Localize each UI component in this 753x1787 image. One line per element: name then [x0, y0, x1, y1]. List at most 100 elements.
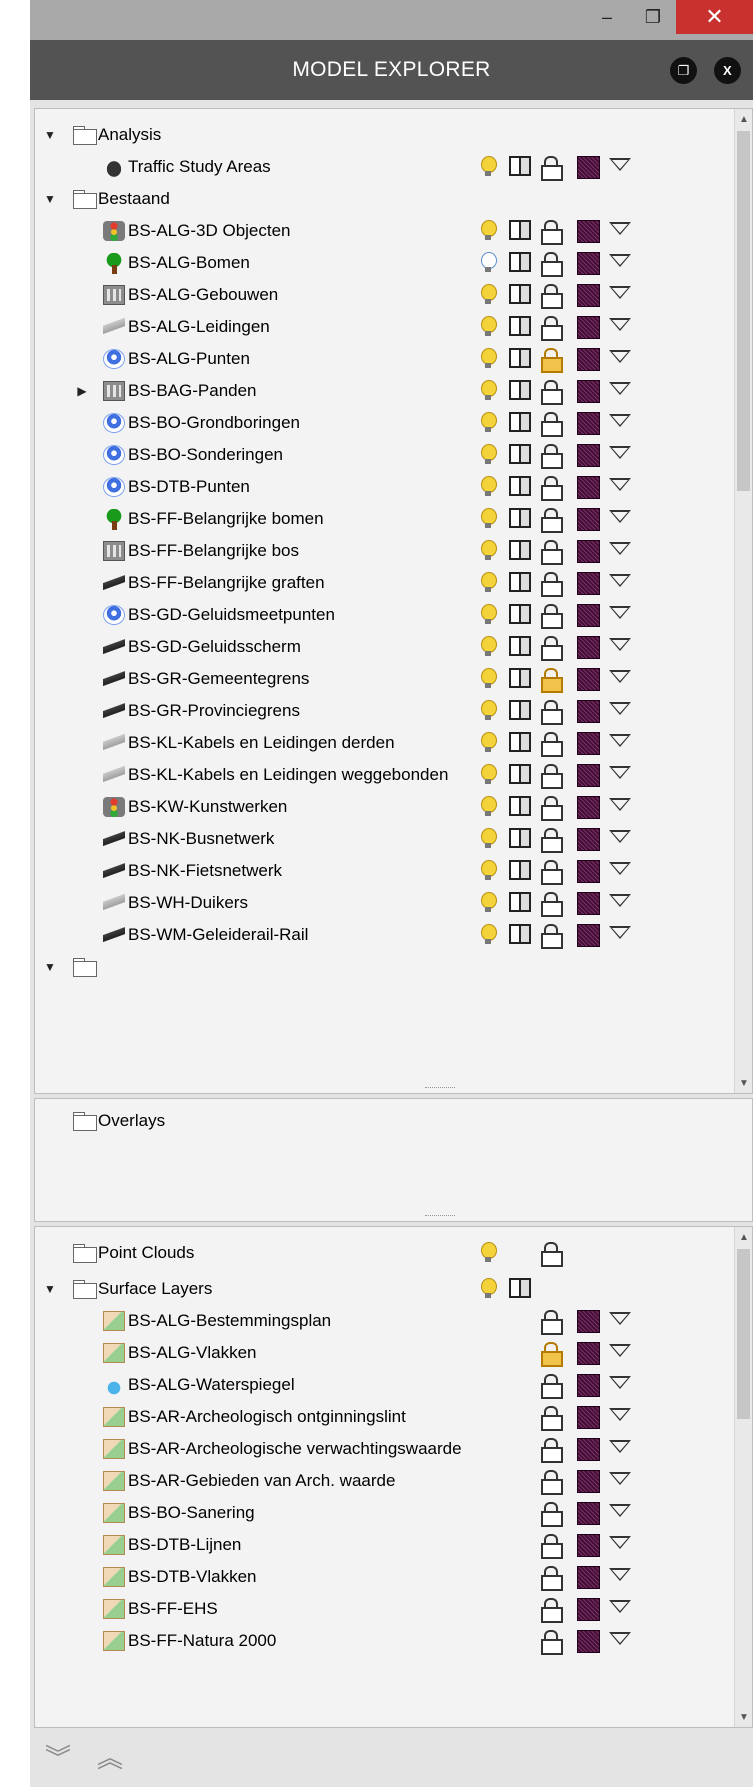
- tree-scrollbar[interactable]: ▲ ▼: [734, 109, 752, 1093]
- filter-icon[interactable]: [609, 668, 632, 690]
- annotation-book-icon[interactable]: [509, 156, 531, 176]
- annotation-book-icon[interactable]: [509, 284, 531, 304]
- filter-icon[interactable]: [609, 1406, 632, 1428]
- surface-layer-item[interactable]: BS-ALG-Waterspiegel: [35, 1369, 735, 1401]
- expand-all-icon[interactable]: ︽: [92, 1738, 128, 1778]
- lock-icon[interactable]: [541, 156, 563, 181]
- tree-layer-item[interactable]: BS-GD-Geluidsmeetpunten: [35, 599, 735, 631]
- filter-icon[interactable]: [609, 1598, 632, 1620]
- lock-icon[interactable]: [541, 380, 563, 405]
- filter-icon[interactable]: [609, 1374, 632, 1396]
- splitter-handle[interactable]: [425, 1087, 455, 1091]
- tree-layer-item[interactable]: ▶ BS-BAG-Panden: [35, 375, 735, 407]
- lock-icon[interactable]: [541, 444, 563, 469]
- visibility-bulb-icon[interactable]: [481, 412, 497, 434]
- visibility-bulb-icon[interactable]: [481, 1278, 497, 1300]
- color-swatch[interactable]: [577, 668, 600, 691]
- lock-icon[interactable]: [541, 1502, 563, 1527]
- annotation-book-icon[interactable]: [509, 892, 531, 912]
- model-tree-panel[interactable]: ▼ Analysis Traffic Study Areas ▼ Bestaan…: [34, 108, 753, 1094]
- color-swatch[interactable]: [577, 700, 600, 723]
- surface-layer-item[interactable]: BS-ALG-Bestemmingsplan: [35, 1305, 735, 1337]
- visibility-bulb-icon[interactable]: [481, 284, 497, 306]
- expand-right-icon[interactable]: ▶: [75, 375, 89, 407]
- close-panel-icon[interactable]: X: [714, 57, 741, 84]
- annotation-book-icon[interactable]: [509, 540, 531, 560]
- collapse-all-icon[interactable]: ︾: [40, 1738, 76, 1778]
- visibility-bulb-icon[interactable]: [481, 220, 497, 242]
- annotation-book-icon[interactable]: [509, 636, 531, 656]
- lock-icon[interactable]: [541, 348, 563, 373]
- color-swatch[interactable]: [577, 1342, 600, 1365]
- tree-layer-item[interactable]: BS-WH-Duikers: [35, 887, 735, 919]
- tree-layer-item[interactable]: BS-ALG-Leidingen: [35, 311, 735, 343]
- annotation-book-icon[interactable]: [509, 796, 531, 816]
- lock-icon[interactable]: [541, 476, 563, 501]
- overlays-panel[interactable]: Overlays: [34, 1098, 753, 1222]
- visibility-bulb-icon[interactable]: [481, 444, 497, 466]
- tree-layer-item[interactable]: BS-FF-Belangrijke bos: [35, 535, 735, 567]
- filter-icon[interactable]: [609, 252, 632, 274]
- visibility-bulb-icon[interactable]: [481, 796, 497, 818]
- filter-icon[interactable]: [609, 1342, 632, 1364]
- filter-icon[interactable]: [609, 732, 632, 754]
- lock-icon[interactable]: [541, 1242, 563, 1267]
- color-swatch[interactable]: [577, 444, 600, 467]
- visibility-bulb-icon[interactable]: [481, 316, 497, 338]
- lock-icon[interactable]: [541, 1566, 563, 1591]
- tree-layer-item[interactable]: BS-KL-Kabels en Leidingen weggebonden: [35, 759, 735, 791]
- filter-icon[interactable]: [609, 1438, 632, 1460]
- color-swatch[interactable]: [577, 1598, 600, 1621]
- annotation-book-icon[interactable]: [509, 828, 531, 848]
- visibility-bulb-icon[interactable]: [481, 764, 497, 786]
- filter-icon[interactable]: [609, 284, 632, 306]
- annotation-book-icon[interactable]: [509, 444, 531, 464]
- surface-layers-panel[interactable]: Point Clouds ▼ Surface Layers BS-ALG-Bes…: [34, 1226, 753, 1728]
- expand-down-icon[interactable]: ▼: [43, 951, 57, 983]
- annotation-book-icon[interactable]: [509, 412, 531, 432]
- tree-layer-item[interactable]: BS-GD-Geluidsscherm: [35, 631, 735, 663]
- tree-folder-analysis[interactable]: ▼ Analysis: [35, 119, 735, 151]
- filter-icon[interactable]: [609, 540, 632, 562]
- surface-layer-item[interactable]: BS-BO-Sanering: [35, 1497, 735, 1529]
- visibility-bulb-icon[interactable]: [481, 1242, 497, 1264]
- annotation-book-icon[interactable]: [509, 700, 531, 720]
- lock-icon[interactable]: [541, 796, 563, 821]
- visibility-bulb-icon[interactable]: [481, 540, 497, 562]
- color-swatch[interactable]: [577, 284, 600, 307]
- surface-layer-item[interactable]: BS-AR-Archeologisch ontginningslint: [35, 1401, 735, 1433]
- surface-layer-item[interactable]: BS-AR-Gebieden van Arch. waarde: [35, 1465, 735, 1497]
- lock-icon[interactable]: [541, 1342, 563, 1367]
- lock-icon[interactable]: [541, 636, 563, 661]
- tree-layer-item[interactable]: BS-BO-Sonderingen: [35, 439, 735, 471]
- lock-icon[interactable]: [541, 1374, 563, 1399]
- color-swatch[interactable]: [577, 604, 600, 627]
- tree-layer-item[interactable]: BS-WM-Geleiderail-Rail: [35, 919, 735, 951]
- lock-icon[interactable]: [541, 732, 563, 757]
- lock-icon[interactable]: [541, 252, 563, 277]
- tree-folder-point-clouds[interactable]: Point Clouds: [35, 1237, 735, 1269]
- expand-down-icon[interactable]: ▼: [43, 183, 57, 215]
- surface-layer-item[interactable]: BS-FF-EHS: [35, 1593, 735, 1625]
- lock-icon[interactable]: [541, 764, 563, 789]
- color-swatch[interactable]: [577, 796, 600, 819]
- expand-down-icon[interactable]: ▼: [43, 119, 57, 151]
- minimize-button[interactable]: –: [584, 0, 630, 34]
- annotation-book-icon[interactable]: [509, 860, 531, 880]
- tree-item-traffic-study-areas[interactable]: Traffic Study Areas: [35, 151, 735, 183]
- lock-icon[interactable]: [541, 220, 563, 245]
- surface-layer-item[interactable]: BS-DTB-Lijnen: [35, 1529, 735, 1561]
- lock-icon[interactable]: [541, 892, 563, 917]
- color-swatch[interactable]: [577, 1630, 600, 1653]
- filter-icon[interactable]: [609, 636, 632, 658]
- visibility-bulb-icon[interactable]: [481, 700, 497, 722]
- lock-icon[interactable]: [541, 860, 563, 885]
- color-swatch[interactable]: [577, 1374, 600, 1397]
- color-swatch[interactable]: [577, 316, 600, 339]
- color-swatch[interactable]: [577, 1566, 600, 1589]
- tree-layer-item[interactable]: BS-KL-Kabels en Leidingen derden: [35, 727, 735, 759]
- lock-icon[interactable]: [541, 668, 563, 693]
- lock-icon[interactable]: [541, 1630, 563, 1655]
- color-swatch[interactable]: [577, 572, 600, 595]
- tree-layer-item[interactable]: BS-KW-Kunstwerken: [35, 791, 735, 823]
